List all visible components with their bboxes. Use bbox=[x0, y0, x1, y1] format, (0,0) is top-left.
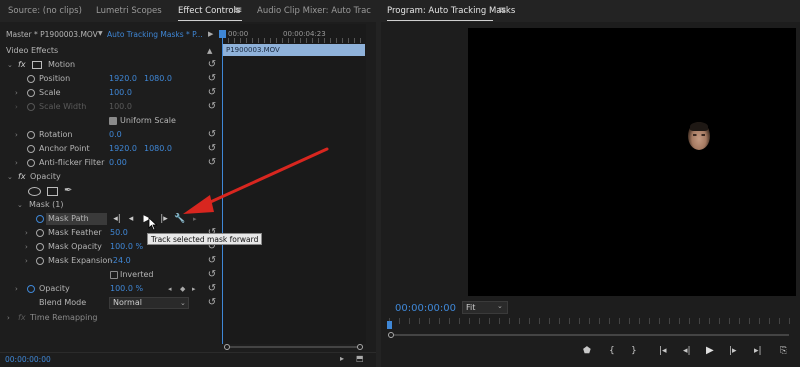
annotation-arrow bbox=[183, 147, 329, 214]
annotation-arrow-shaft bbox=[204, 147, 329, 206]
annotation-arrow-head bbox=[183, 195, 214, 214]
